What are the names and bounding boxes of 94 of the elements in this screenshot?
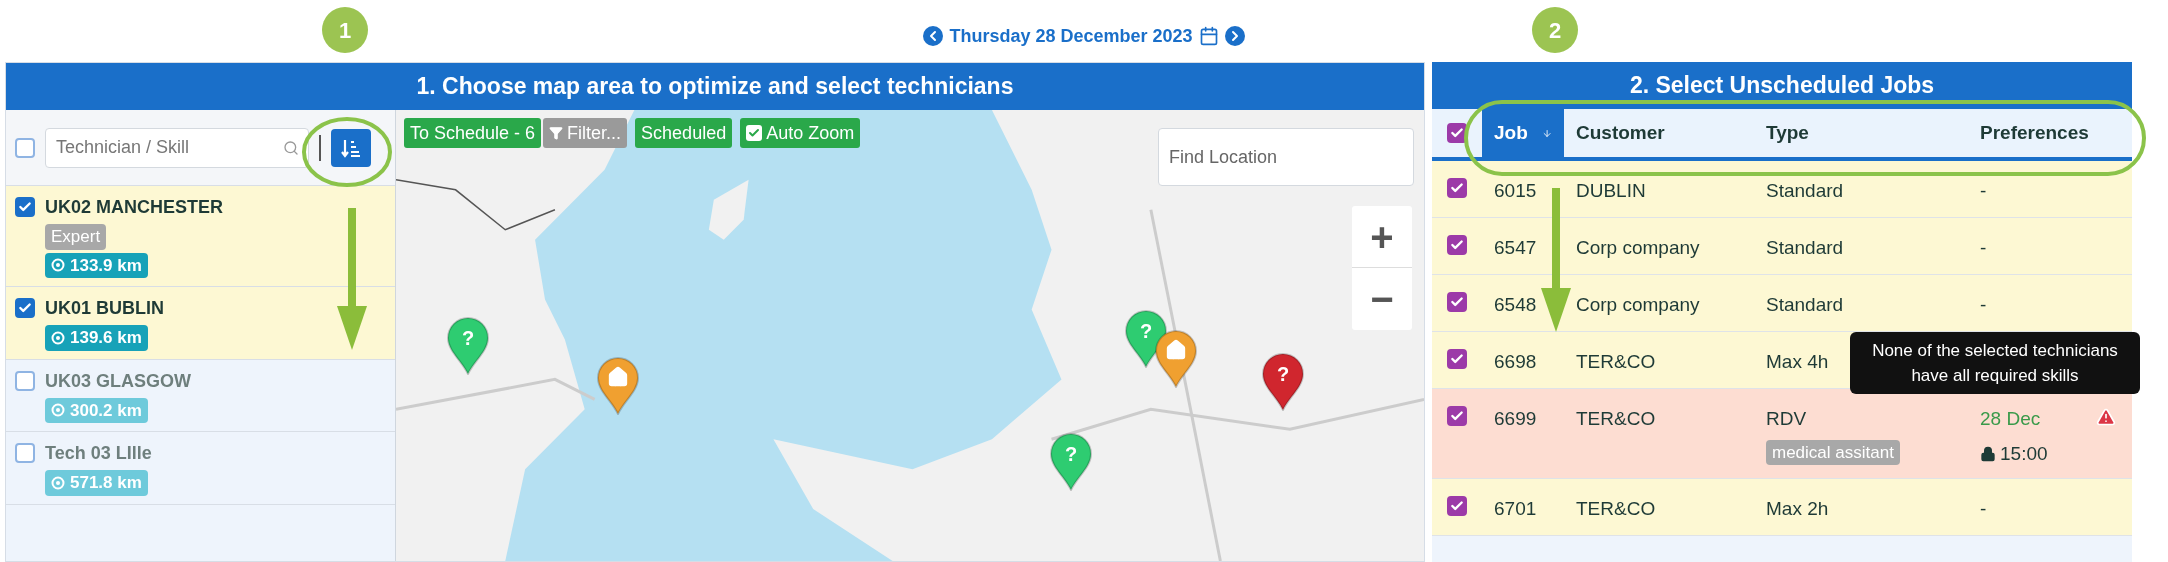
check-icon [1450, 238, 1464, 252]
check-icon [1450, 499, 1464, 513]
job-number: 6698 [1493, 350, 1538, 374]
preference-time: 15:00 [2000, 441, 2048, 466]
zoom-out-button[interactable]: − [1352, 268, 1412, 330]
search-icon [283, 139, 299, 156]
job-type: Standard [1766, 236, 1844, 260]
column-header[interactable]: Job [1482, 109, 1564, 157]
target-icon [51, 475, 65, 490]
select-all-checkbox[interactable] [1447, 123, 1467, 143]
job-checkbox[interactable] [1447, 235, 1467, 255]
job-type: Max 4h [1766, 350, 1829, 374]
technician-name: UK02 MANCHESTER [45, 196, 224, 219]
job-row[interactable]: 6699 TER&CO RDV medical assitant 28 Dec 15:00 [1432, 389, 2132, 479]
check-icon [18, 301, 32, 315]
job-checkbox[interactable] [1447, 496, 1467, 516]
check-icon [18, 200, 32, 214]
job-type: Standard [1766, 293, 1844, 317]
preference-text: - [1980, 179, 1987, 203]
panel-title: 1. Choose map area to optimize and select technicians [6, 63, 1424, 110]
job-row[interactable]: 6548 Corp company Standard - [1432, 275, 2132, 332]
job-type: Max 2h [1766, 497, 1829, 521]
map-pin[interactable]: ? [1261, 353, 1305, 411]
column-header[interactable]: Type [1754, 109, 1968, 157]
customer-name: TER&CO [1575, 497, 1657, 521]
distance-tag: 133.9 km [45, 252, 148, 278]
check-icon [1450, 295, 1464, 309]
job-row[interactable]: 6015 DUBLIN Standard - [1432, 161, 2132, 218]
house-icon [607, 366, 629, 388]
job-number: 6015 [1493, 179, 1538, 203]
customer-name: TER&CO [1575, 350, 1657, 374]
customer-name: Corp company [1575, 236, 1701, 260]
check-icon [1450, 126, 1464, 140]
preference-text: - [1980, 293, 1987, 317]
job-row[interactable]: 6547 Corp company Standard - [1432, 218, 2132, 275]
select-all-checkbox[interactable] [15, 137, 35, 158]
step-badge: 1 [322, 7, 368, 53]
target-icon [51, 403, 65, 418]
check-icon [1450, 181, 1464, 195]
preference-date: 28 Dec [1980, 407, 2041, 431]
skill-tag: medical assitant [1766, 439, 1900, 465]
warning-icon[interactable] [2096, 407, 2116, 427]
map-pin[interactable] [1154, 330, 1198, 388]
distance-tag: 300.2 km [45, 397, 148, 423]
technician-name: UK01 BUBLIN [45, 297, 164, 320]
down-arrow-icon [1541, 188, 1571, 332]
sort-button[interactable] [331, 128, 371, 167]
distance-tag: 139.6 km [45, 325, 148, 351]
map-pin[interactable] [596, 357, 640, 415]
down-arrow-icon [337, 208, 367, 350]
check-icon [1450, 409, 1464, 423]
job-number: 6547 [1493, 236, 1538, 260]
technician-checkbox[interactable] [15, 197, 35, 217]
filter-icon [549, 126, 564, 140]
job-checkbox[interactable] [1447, 406, 1467, 426]
technician-checkbox[interactable] [15, 370, 35, 391]
customer-name: DUBLIN [1575, 179, 1647, 203]
technician-row[interactable]: UK02 MANCHESTER Expert 133.9 km [6, 186, 395, 287]
technician-row[interactable]: UK01 BUBLIN 139.6 km [6, 287, 395, 360]
column-header[interactable]: Preferences [1968, 109, 2132, 157]
preference-text: - [1980, 236, 1987, 260]
location-search-field[interactable]: Find Location [1158, 128, 1414, 186]
skill-tag: Expert [45, 224, 107, 250]
panel-title: 2. Select Unscheduled Jobs [1432, 62, 2132, 109]
warning-tooltip: None of the selected technicians have all required skills [1850, 332, 2140, 394]
job-type: Standard [1766, 179, 1844, 203]
technician-name: UK03 GLASGOW [45, 369, 191, 393]
previous-day-icon[interactable] [923, 26, 944, 46]
job-number: 6701 [1493, 497, 1538, 521]
technician-name: Tech 03 LIlle [45, 442, 152, 465]
current-date: Thursday 28 December 2023 [949, 24, 1193, 48]
calendar-icon[interactable] [1198, 26, 1219, 46]
job-number: 6699 [1493, 407, 1538, 431]
preference-text: - [1980, 497, 1987, 521]
technician-search-field[interactable]: Technician / Skill [45, 127, 309, 168]
step-badge: 2 [1532, 7, 1578, 53]
technician-checkbox[interactable] [15, 443, 35, 463]
target-icon [51, 258, 65, 273]
distance-tag: 571.8 km [45, 470, 148, 496]
target-icon [51, 330, 65, 345]
customer-name: TER&CO [1575, 407, 1657, 431]
job-row[interactable]: 6701 TER&CO Max 2h - [1432, 479, 2132, 536]
next-day-icon[interactable] [1224, 26, 1245, 46]
job-checkbox[interactable] [1447, 292, 1467, 312]
house-icon [1165, 339, 1187, 361]
zoom-in-button[interactable]: + [1352, 206, 1412, 268]
customer-name: Corp company [1575, 293, 1701, 317]
job-number: 6548 [1493, 293, 1538, 317]
job-checkbox[interactable] [1447, 178, 1467, 198]
check-icon [1450, 352, 1464, 366]
technician-checkbox[interactable] [15, 298, 35, 318]
column-header[interactable]: Customer [1564, 109, 1754, 157]
job-type: RDV [1766, 407, 1807, 431]
job-checkbox[interactable] [1447, 349, 1467, 369]
